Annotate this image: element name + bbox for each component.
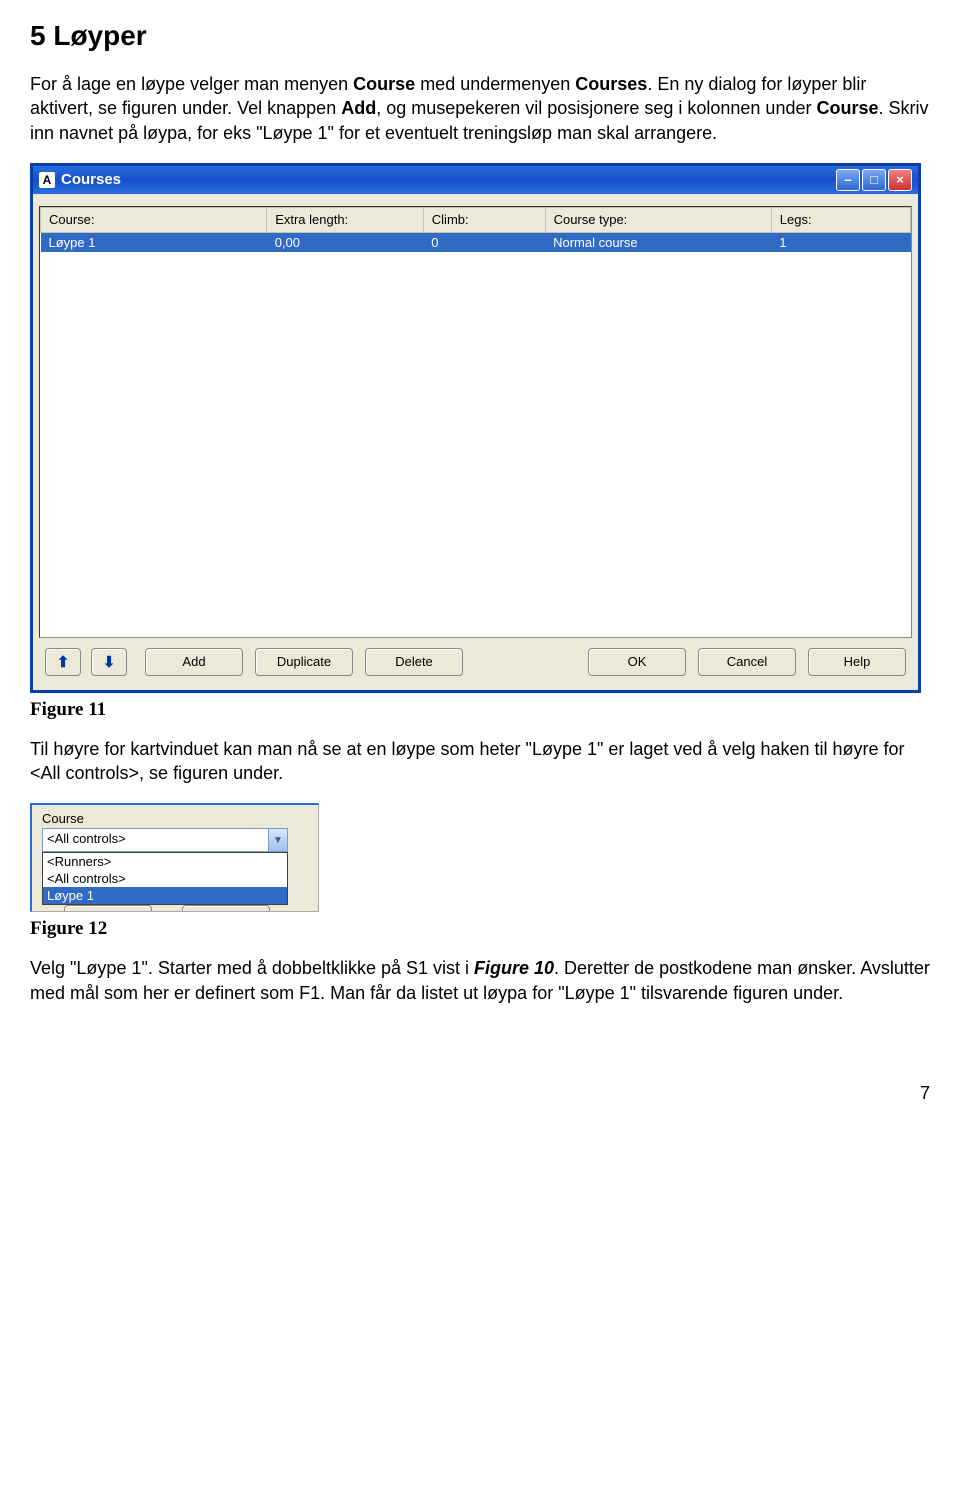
- page-number: 7: [30, 1083, 930, 1104]
- help-button[interactable]: Help: [808, 648, 906, 676]
- paragraph-1: For å lage en løype velger man menyen Co…: [30, 72, 930, 145]
- minimize-button[interactable]: –: [836, 169, 860, 191]
- table-row[interactable]: Løype 1 0,00 0 Normal course 1: [41, 232, 911, 252]
- section-heading: 5 Løyper: [30, 20, 930, 52]
- p1-text: med undermenyen: [415, 74, 575, 94]
- course-label: Course: [42, 811, 312, 826]
- p1-text: For å lage en løype velger man menyen: [30, 74, 353, 94]
- p3-text: Velg "Løype 1". Starter med å dobbeltkli…: [30, 958, 474, 978]
- cancel-button[interactable]: Cancel: [698, 648, 796, 676]
- chevron-down-icon[interactable]: ▼: [268, 829, 287, 851]
- p1-text: , og musepekeren vil posisjonere seg i k…: [376, 98, 816, 118]
- col-course[interactable]: Course:: [41, 207, 267, 232]
- course-combobox[interactable]: <All controls> ▼: [42, 828, 288, 852]
- dialog-title: Courses: [61, 171, 121, 188]
- cell-course: Løype 1: [41, 232, 267, 252]
- table-header-row: Course: Extra length: Climb: Course type…: [41, 207, 911, 232]
- p1-bold2: Courses: [575, 74, 647, 94]
- titlebar[interactable]: A Courses – □ ×: [33, 166, 918, 194]
- course-dropdown-panel: Course <All controls> ▼ <Runners> <All c…: [30, 803, 319, 912]
- col-climb[interactable]: Climb:: [423, 207, 545, 232]
- delete-button[interactable]: Delete: [365, 648, 463, 676]
- ok-button[interactable]: OK: [588, 648, 686, 676]
- p3-bold: Figure 10: [474, 958, 554, 978]
- col-extra-length[interactable]: Extra length:: [267, 207, 424, 232]
- maximize-button[interactable]: □: [862, 169, 886, 191]
- col-legs[interactable]: Legs:: [771, 207, 910, 232]
- p1-bold3: Add: [341, 98, 376, 118]
- courses-list[interactable]: Course: Extra length: Climb: Course type…: [39, 206, 912, 638]
- cell-course-type: Normal course: [545, 232, 771, 252]
- figure-12-caption: Figure 12: [30, 918, 930, 940]
- p1-bold1: Course: [353, 74, 415, 94]
- truncated-buttons: [42, 905, 312, 911]
- list-item[interactable]: <Runners>: [43, 853, 287, 870]
- list-item[interactable]: Løype 1: [43, 887, 287, 904]
- app-icon: A: [39, 172, 55, 188]
- duplicate-button[interactable]: Duplicate: [255, 648, 353, 676]
- course-selected-value: <All controls>: [43, 829, 268, 851]
- dialog-body: Course: Extra length: Climb: Course type…: [33, 194, 918, 690]
- figure-11-caption: Figure 11: [30, 699, 930, 721]
- paragraph-3: Velg "Løype 1". Starter med å dobbeltkli…: [30, 956, 930, 1005]
- cell-climb: 0: [423, 232, 545, 252]
- cell-legs: 1: [771, 232, 910, 252]
- add-button[interactable]: Add: [145, 648, 243, 676]
- cell-extra-length: 0,00: [267, 232, 424, 252]
- close-button[interactable]: ×: [888, 169, 912, 191]
- paragraph-2: Til høyre for kartvinduet kan man nå se …: [30, 737, 930, 786]
- truncated-button[interactable]: [182, 905, 270, 911]
- move-down-button[interactable]: ⬇: [91, 648, 127, 676]
- courses-dialog: A Courses – □ × Course: Extra length: Cl…: [30, 163, 921, 693]
- move-up-button[interactable]: ⬆: [45, 648, 81, 676]
- p1-bold4: Course: [816, 98, 878, 118]
- button-row: ⬆ ⬇ Add Duplicate Delete OK Cancel Help: [39, 638, 912, 682]
- truncated-button[interactable]: [64, 905, 152, 911]
- list-item[interactable]: <All controls>: [43, 870, 287, 887]
- course-listbox[interactable]: <Runners> <All controls> Løype 1: [42, 852, 288, 905]
- col-course-type[interactable]: Course type:: [545, 207, 771, 232]
